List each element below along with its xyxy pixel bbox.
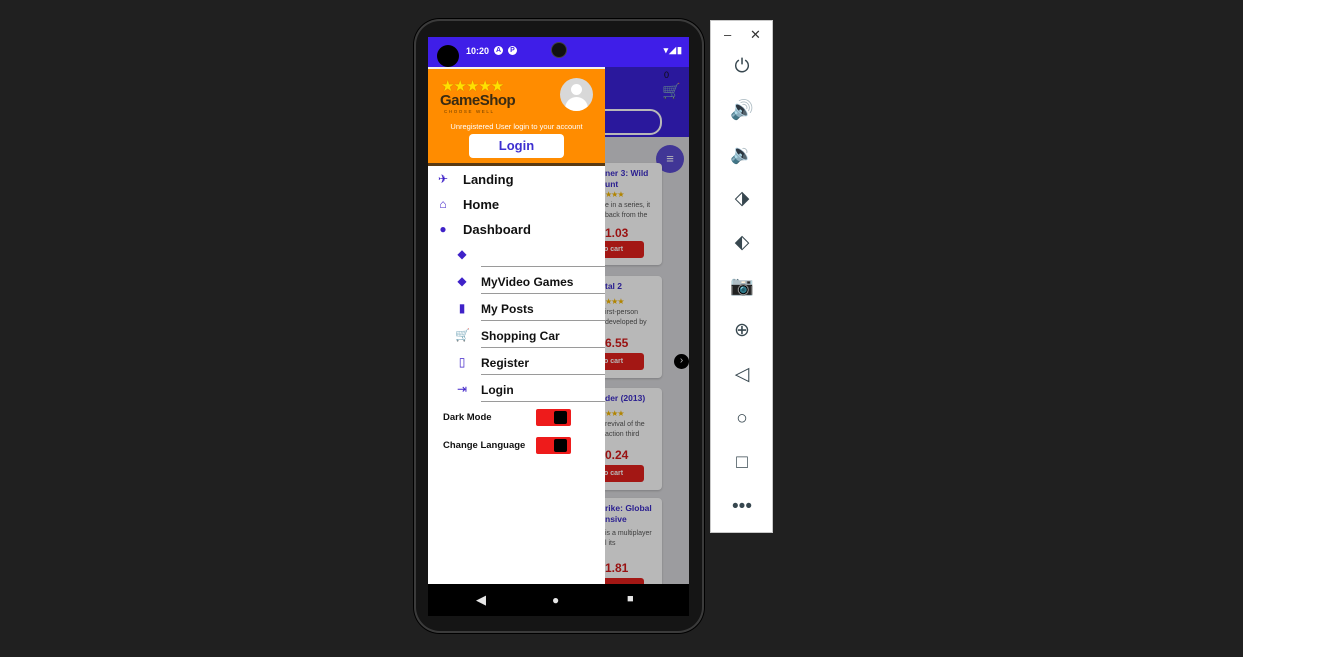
rotate-left-icon: ⬗ <box>734 188 750 209</box>
dark-mode-toggle[interactable] <box>536 409 571 426</box>
clipboard-icon: ▮ <box>458 301 466 315</box>
login-icon: ⇥ <box>456 382 468 396</box>
nav-label: Landing <box>463 172 514 187</box>
header-divider <box>428 163 605 166</box>
system-nav-bar: ◀ ● ■ <box>428 584 689 616</box>
subnav-label: My Posts <box>481 302 534 316</box>
back-icon[interactable]: ◀ <box>476 592 486 608</box>
logo-tagline: CHOOSE WELL <box>444 109 495 114</box>
emulator-toolbar: – ✕ ⏻ 🔊 🔉 ⬗ ⬖ 📷 ⊕ ◁ ○ □ ••• <box>710 20 773 533</box>
subnav-label: Shopping Car <box>481 329 560 343</box>
unregistered-user-text: Unregistered User login to your account <box>450 122 583 131</box>
more-button[interactable]: ••• <box>727 492 757 522</box>
status-indicator-a-icon: A <box>494 46 503 55</box>
volume-up-icon: 🔊 <box>730 100 754 121</box>
minimize-icon[interactable]: – <box>724 27 731 42</box>
square-icon: □ <box>736 452 748 473</box>
subnav-item-login[interactable]: ⇥ Login <box>428 378 605 404</box>
subnav-label: MyVideo Games <box>481 275 574 289</box>
home-circle-outline-icon: ○ <box>736 408 748 429</box>
more-icon: ••• <box>732 496 752 517</box>
home-icon: ⌂ <box>439 197 447 211</box>
avatar[interactable] <box>560 78 593 111</box>
header-login-button[interactable]: Login <box>469 134 564 158</box>
tag-icon: ◆ <box>457 274 467 288</box>
nav-item-home[interactable]: ⌂ Home <box>428 193 605 217</box>
subnav-divider <box>481 347 605 348</box>
toggle-knob <box>554 439 567 452</box>
back-triangle-icon: ◁ <box>734 364 750 385</box>
navigation-drawer: ★★★★★ GameShop CHOOSE WELL Unregistered … <box>428 67 605 584</box>
status-indicator-p-icon: P <box>508 46 517 55</box>
recents-icon[interactable]: ■ <box>627 593 634 605</box>
subnav-item-blank[interactable]: ◆ <box>428 243 605 269</box>
toggle-knob <box>554 411 567 424</box>
change-language-toggle[interactable] <box>536 437 571 454</box>
screenshot-button[interactable]: 📷 <box>727 272 757 302</box>
power-button[interactable]: ⏻ <box>727 52 757 82</box>
subnav-divider <box>481 293 605 294</box>
tag-icon: ◆ <box>457 247 467 261</box>
home-button[interactable]: ○ <box>727 404 757 434</box>
subnav-divider <box>481 401 605 402</box>
volume-down-button[interactable]: 🔉 <box>727 140 757 170</box>
overview-button[interactable]: □ <box>727 448 757 478</box>
change-language-row: Change Language <box>428 436 605 458</box>
subnav-item-my-posts[interactable]: ▮ My Posts <box>428 297 605 323</box>
subnav-label: Register <box>481 356 530 370</box>
zoom-button[interactable]: ⊕ <box>727 316 757 346</box>
status-bar: 10:20 A P ▾◢▮ <box>428 37 689 67</box>
nav-item-dashboard[interactable]: ● Dashboard <box>428 218 605 242</box>
status-time: 10:20 <box>466 46 490 56</box>
camera-punch-hole <box>437 45 459 67</box>
subnav-divider <box>481 266 605 267</box>
rotate-right-icon: ⬖ <box>734 232 750 253</box>
drawer-header: ★★★★★ GameShop CHOOSE WELL Unregistered … <box>428 67 605 165</box>
subnav-divider <box>481 320 605 321</box>
zoom-icon: ⊕ <box>734 320 750 341</box>
subnav-item-my-video-games[interactable]: ◆ MyVideo Games <box>428 270 605 296</box>
close-icon[interactable]: ✕ <box>750 27 761 43</box>
home-circle-icon[interactable]: ● <box>552 593 559 607</box>
subnav-label: Login <box>481 383 514 397</box>
camera-icon: 📷 <box>730 276 754 297</box>
nav-item-landing[interactable]: ✈ Landing <box>428 168 605 192</box>
volume-up-button[interactable]: 🔊 <box>727 96 757 126</box>
volume-down-icon: 🔉 <box>730 144 754 165</box>
wifi-signal-battery-icon: ▾◢▮ <box>663 45 683 55</box>
device-screen: 10:20 A P ▾◢▮ 0 🛒 ≡ ner 3: Wild unt ★★★ e… <box>428 37 689 616</box>
front-camera <box>552 43 566 57</box>
nav-label: Home <box>463 197 500 212</box>
rotate-left-button[interactable]: ⬗ <box>727 184 757 214</box>
change-language-label: Change Language <box>443 440 526 451</box>
clipboard-outline-icon: ▯ <box>458 355 466 369</box>
back-button[interactable]: ◁ <box>727 360 757 390</box>
logo-name: GameShop <box>440 92 516 109</box>
dark-mode-label: Dark Mode <box>443 412 492 423</box>
cart-icon: 🛒 <box>455 328 470 342</box>
nav-label: Dashboard <box>463 222 531 237</box>
person-icon: ● <box>439 222 447 236</box>
subnav-item-register[interactable]: ▯ Register <box>428 351 605 377</box>
subnav-item-shopping-car[interactable]: 🛒 Shopping Car <box>428 324 605 350</box>
avatar-head <box>571 84 582 95</box>
avatar-body <box>565 97 588 111</box>
subnav-divider <box>481 374 605 375</box>
power-icon: ⏻ <box>734 56 750 77</box>
airplane-icon: ✈ <box>437 172 449 186</box>
dark-mode-row: Dark Mode <box>428 408 605 430</box>
rotate-right-button[interactable]: ⬖ <box>727 228 757 258</box>
